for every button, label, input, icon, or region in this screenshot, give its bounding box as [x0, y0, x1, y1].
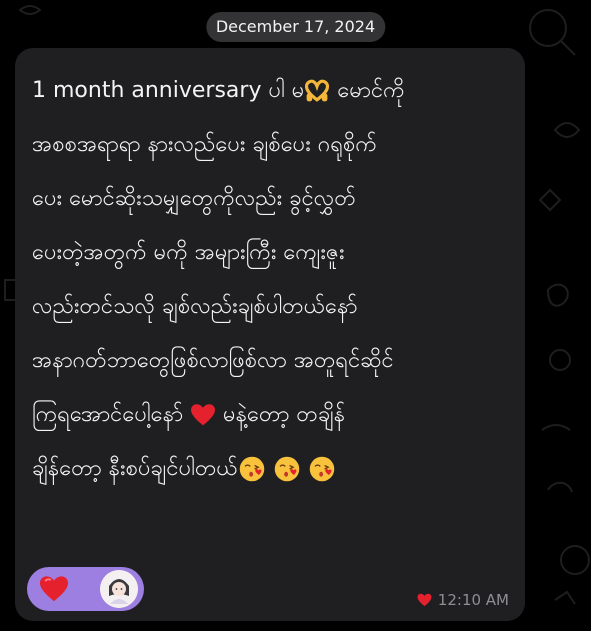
message-text: 1 month anniversary ပါ မ မောင်ကိုအစစအရာရ… — [32, 64, 515, 496]
message-text-segment: ကြရအောင်ပေါ့နော် — [32, 402, 191, 427]
message-text-segment: မောင်ကို — [330, 78, 405, 103]
message-line: အနာဂတ်ဘာတွေဖြစ်လာဖြစ်လာ အတူရင်ဆိုင် — [32, 334, 515, 388]
message-time: 12:10 AM — [437, 591, 509, 609]
message-text-segment: 1 month anniversary ပါ မ — [32, 78, 305, 103]
message-text-segment: ပေး မောင်ဆိုးသမျှ‌တွေကိုလည်း ခွင့်လွှတ် — [32, 186, 356, 211]
heart-icon — [417, 593, 432, 607]
avatar[interactable] — [100, 570, 138, 608]
kissing-face-icon — [309, 456, 334, 482]
message-text-segment: အစစအရာရာ နားလည်ပေး ချစ်ပေး ဂရုစိုက် — [32, 132, 377, 157]
kissing-face-icon — [274, 456, 299, 482]
message-text-segment: ပေးတဲ့အတွက် မကို အများကြီး ကျေးဇူး — [32, 240, 345, 265]
message-line: ချိန်‌တော့ နီးစပ်ချင်ပါတယ် — [32, 442, 515, 496]
heart-hands-icon — [305, 79, 330, 102]
message-text-segment: ချိန်‌တော့ နီးစပ်ချင်ပါတယ် — [32, 456, 238, 481]
message-text-segment: မနဲ့တော့ တချိန် — [216, 402, 346, 427]
date-separator: December 17, 2024 — [205, 12, 386, 42]
message-line: လည်းတင်သလို ချစ်လည်းချစ်ပါတယ်နော် — [32, 280, 515, 334]
message-text-segment — [266, 456, 273, 481]
message-text-segment: လည်းတင်သလို ချစ်လည်းချစ်ပါတယ်နော် — [32, 294, 358, 319]
message-line: ကြရအောင်ပေါ့နော် မနဲ့တော့ တချိန် — [32, 388, 515, 442]
message-line: ပေး မောင်ဆိုးသမျှ‌တွေကိုလည်း ခွင့်လွှတ် — [32, 172, 515, 226]
message-bubble[interactable]: 1 month anniversary ပါ မ မောင်ကိုအစစအရာရ… — [15, 48, 525, 621]
kissing-face-icon — [239, 456, 264, 482]
message-text-segment — [301, 456, 308, 481]
red-heart-icon — [191, 404, 216, 426]
reaction-chip[interactable] — [27, 567, 144, 611]
message-text-segment: အနာဂတ်ဘာတွေဖြစ်လာဖြစ်လာ အတူရင်ဆိုင် — [32, 348, 394, 373]
avatar-illustration — [100, 570, 138, 608]
message-line: အစစအရာရာ နားလည်ပေး ချစ်ပေး ဂရုစိုက် — [32, 118, 515, 172]
message-line: ပေးတဲ့အတွက် မကို အများကြီး ကျေးဇူး — [32, 226, 515, 280]
message-line: 1 month anniversary ပါ မ မောင်ကို — [32, 64, 515, 118]
red-heart-icon — [39, 576, 69, 602]
message-meta: 12:10 AM — [417, 591, 509, 609]
